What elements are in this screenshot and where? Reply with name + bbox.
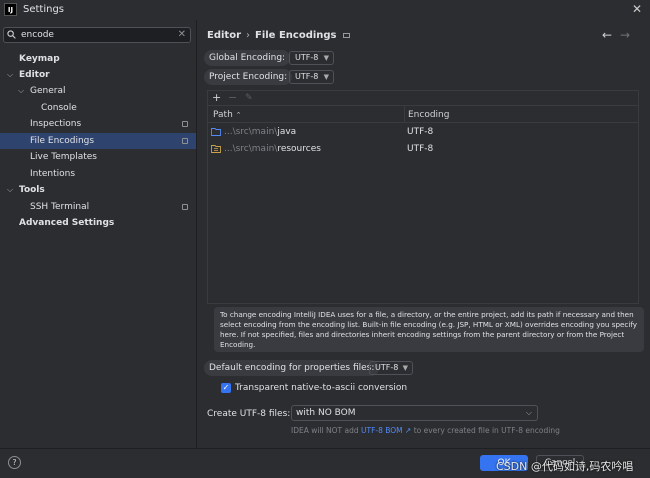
table-row[interactable]: ...\src\main\java UTF-8 [208,124,638,140]
window-title: Settings [23,4,65,15]
app-logo-icon: IJ [4,3,17,16]
encodings-table: + − ✎ Path ⌃ Encoding ...\src\main\java … [207,90,639,304]
chevron-down-icon[interactable]: ⌵ [18,83,24,99]
resources-folder-icon [211,145,221,153]
utf8-bom-link[interactable]: UTF-8 BOM ↗ [361,426,411,435]
add-icon[interactable]: + [212,91,221,105]
search-box[interactable]: ✕ [3,27,191,43]
sidebar-item-label: Keymap [19,54,60,64]
sidebar-item-general[interactable]: ⌵ General [0,83,196,99]
sidebar-item-inspections[interactable]: Inspections [0,116,196,132]
sidebar-item-live-templates[interactable]: Live Templates [0,149,196,165]
sidebar-item-intentions[interactable]: Intentions [0,166,196,182]
clear-search-icon[interactable]: ✕ [178,29,186,40]
table-row[interactable]: ...\src\main\resources UTF-8 [208,141,638,157]
breadcrumb-parent[interactable]: Editor [207,30,241,41]
sidebar-item-label: Live Templates [30,152,97,162]
breadcrumb: Editor › File Encodings [207,30,350,41]
settings-content: Editor › File Encodings ← → Global Encodin… [198,20,650,448]
sidebar-item-label: Console [41,103,77,113]
encoding-column-header[interactable]: Encoding [408,108,449,122]
global-encoding-dropdown[interactable]: UTF-8 ▼ [289,51,334,65]
sidebar-item-ssh-terminal[interactable]: SSH Terminal [0,199,196,215]
encoding-cell[interactable]: UTF-8 [407,141,433,157]
search-icon [7,30,16,39]
chevron-down-icon[interactable]: ⌵ [7,182,13,198]
forward-arrow-icon[interactable]: → [620,28,630,42]
remove-icon[interactable]: − [228,91,237,105]
breadcrumb-current: File Encodings [255,30,337,41]
project-level-icon [182,121,188,127]
properties-encoding-value: UTF-8 [375,363,399,372]
project-level-icon [342,32,350,38]
project-level-icon [182,204,188,210]
sidebar-item-tools[interactable]: ⌵ Tools [0,182,196,198]
sidebar-item-keymap[interactable]: Keymap [0,51,196,67]
transparent-ascii-label[interactable]: Transparent native-to-ascii conversion [235,381,407,395]
create-utf8-label: Create UTF-8 files: [207,409,291,419]
table-toolbar: + − ✎ [208,91,638,106]
project-encoding-dropdown[interactable]: UTF-8 ▼ [289,70,334,84]
project-level-icon [182,138,188,144]
sidebar-item-label: Inspections [30,119,82,129]
sidebar-item-label: Intentions [30,169,76,179]
path-column-header[interactable]: Path ⌃ [213,108,242,122]
project-encoding-value: UTF-8 [295,72,319,81]
sidebar-item-editor[interactable]: ⌵ Editor [0,67,196,83]
global-encoding-label: Global Encoding: [204,50,291,66]
column-divider[interactable] [404,106,405,123]
dialog-footer: ? OK Cancel CSDN @代码如诗,码农吟唱 [0,448,650,478]
chevron-down-icon: ▼ [402,364,408,372]
sidebar-item-advanced-settings[interactable]: Advanced Settings [0,215,196,231]
edit-icon[interactable]: ✎ [245,91,253,105]
encoding-cell[interactable]: UTF-8 [407,124,433,140]
properties-encoding-label: Default encoding for properties files: [204,360,380,376]
transparent-ascii-checkbox[interactable]: ✓ [221,383,231,393]
watermark: CSDN @代码如诗,码农吟唱 [496,460,634,473]
back-arrow-icon[interactable]: ← [602,28,612,42]
settings-sidebar: ✕ Keymap ⌵ Editor ⌵ General Console Insp… [0,20,197,448]
sort-ascending-icon: ⌃ [235,111,242,119]
bom-dropdown[interactable]: with NO BOM ⌵ [291,405,538,421]
sidebar-item-label: Tools [19,185,45,195]
title-bar: IJ Settings ✕ [0,0,650,20]
bom-value: with NO BOM [296,408,356,418]
global-encoding-value: UTF-8 [295,53,319,62]
chevron-down-icon[interactable]: ⌵ [7,67,13,83]
sidebar-item-label: File Encodings [30,136,95,146]
encoding-info-text: To change encoding IntelliJ IDEA uses fo… [214,307,644,352]
bom-hint: IDEA will NOT add UTF-8 BOM ↗ to every c… [291,426,560,435]
sidebar-item-label: Advanced Settings [19,218,115,228]
chevron-down-icon: ▼ [323,73,329,81]
path-cell: ...\src\main\java [224,127,297,137]
chevron-down-icon: ▼ [323,54,329,62]
help-icon[interactable]: ? [8,456,21,469]
folder-icon [211,128,221,136]
path-cell: ...\src\main\resources [224,144,321,154]
chevron-down-icon: ⌵ [525,408,532,417]
project-encoding-label: Project Encoding: [204,69,293,85]
sidebar-item-label: Editor [19,70,50,80]
properties-encoding-dropdown[interactable]: UTF-8 ▼ [369,361,413,375]
close-icon[interactable]: ✕ [630,2,644,16]
sidebar-item-console[interactable]: Console [0,100,196,116]
sidebar-item-label: General [30,86,66,96]
sidebar-item-file-encodings[interactable]: File Encodings [0,133,196,149]
sidebar-item-label: SSH Terminal [30,202,90,212]
header-divider [208,122,638,123]
search-input[interactable] [21,29,171,41]
